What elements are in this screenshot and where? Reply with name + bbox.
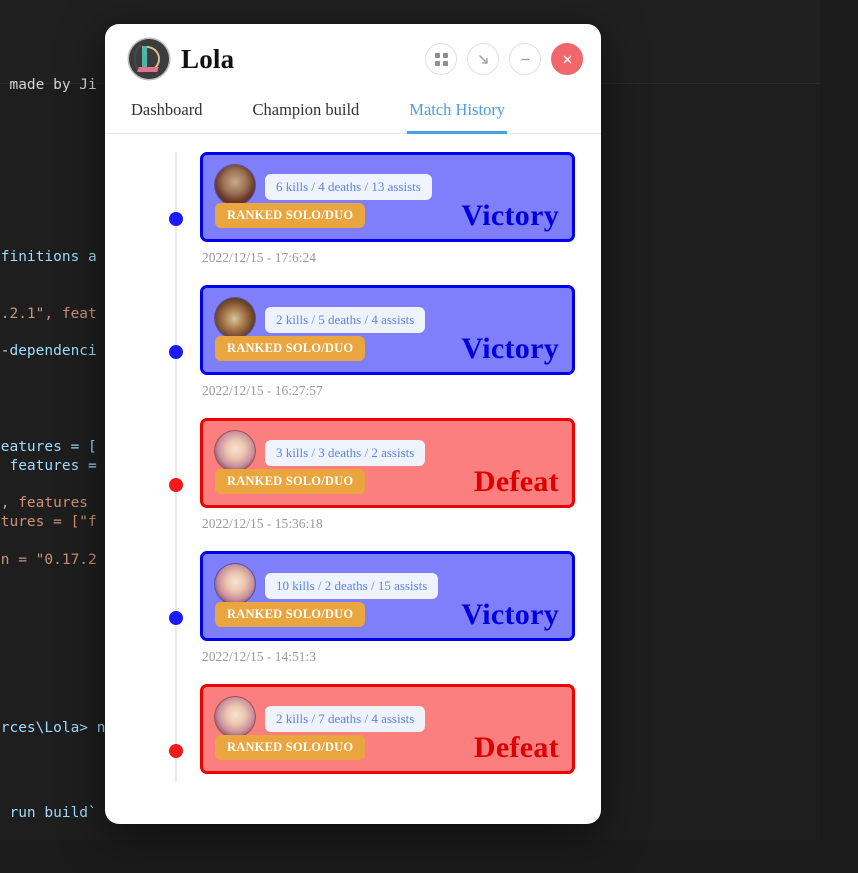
champion-avatar (215, 697, 255, 737)
background-code-line: t made by Ji (0, 77, 97, 93)
title-bar: Lola (105, 24, 601, 94)
window-controls (425, 43, 583, 75)
lola-logo-icon (129, 39, 169, 79)
champion-avatar (215, 165, 255, 205)
match-row[interactable]: 10 kills / 2 deaths / 15 assists RANKED … (105, 551, 601, 665)
arrow-down-right-icon (478, 54, 488, 64)
tab-match-history[interactable]: Match History (407, 94, 508, 134)
match-card[interactable]: 6 kills / 4 deaths / 13 assists RANKED S… (200, 152, 575, 242)
background-code-line: on = "0.17.2 (0, 552, 97, 568)
background-code-line: ", features (0, 495, 89, 511)
match-timestamp: 2022/12/15 - 15:36:18 (202, 516, 323, 531)
background-bottom-edge (0, 840, 858, 873)
queue-badge: RANKED SOLO/DUO (215, 469, 366, 494)
kda-badge: 6 kills / 4 deaths / 13 assists (265, 174, 432, 200)
minimize-button[interactable] (509, 43, 541, 75)
match-outcome: Victory (461, 332, 559, 365)
background-code-line: , features = (0, 458, 97, 474)
match-timeline: 6 kills / 4 deaths / 13 assists RANKED S… (105, 152, 601, 782)
match-outcome: Defeat (473, 731, 559, 764)
background-code-line: atures = ["f (0, 514, 97, 530)
match-timestamp: 2022/12/15 - 16:27:57 (202, 383, 323, 398)
match-card[interactable]: 10 kills / 2 deaths / 15 assists RANKED … (200, 551, 575, 641)
grid-icon (434, 52, 448, 66)
kda-badge: 2 kills / 7 deaths / 4 assists (265, 706, 426, 732)
match-card[interactable]: 2 kills / 5 deaths / 4 assists RANKED SO… (200, 285, 575, 375)
match-timestamp: 2022/12/15 - 17:6:24 (202, 250, 316, 265)
brand: Lola (129, 39, 234, 79)
background-code-line: features = [ (0, 439, 97, 455)
queue-badge: RANKED SOLO/DUO (215, 203, 366, 228)
match-row[interactable]: 2 kills / 5 deaths / 4 assists RANKED SO… (105, 285, 601, 399)
champion-avatar (215, 298, 255, 338)
timeline-dot (169, 212, 183, 226)
match-row[interactable]: 3 kills / 3 deaths / 2 assists RANKED SO… (105, 418, 601, 532)
champion-avatar (215, 431, 255, 471)
queue-badge: RANKED SOLO/DUO (215, 336, 366, 361)
minus-icon (521, 58, 529, 60)
kda-badge: 10 kills / 2 deaths / 15 assists (265, 573, 439, 599)
match-outcome: Victory (461, 199, 559, 232)
kda-badge: 3 kills / 3 deaths / 2 assists (265, 440, 426, 466)
tab-bar: Dashboard Champion build Match History (105, 94, 601, 134)
match-card[interactable]: 2 kills / 7 deaths / 4 assists RANKED SO… (200, 684, 575, 774)
lola-app-window: Lola Dashboard Champion build Match Hist… (105, 24, 601, 824)
background-code-line: 1.2.1", feat (0, 306, 97, 322)
champion-avatar (215, 564, 255, 604)
match-outcome: Victory (461, 598, 559, 631)
grid-view-button[interactable] (425, 43, 457, 75)
queue-badge: RANKED SOLO/DUO (215, 735, 366, 760)
match-row[interactable]: 2 kills / 7 deaths / 4 assists RANKED SO… (105, 684, 601, 782)
close-button[interactable] (551, 43, 583, 75)
match-timestamp: 2022/12/15 - 14:51:3 (202, 649, 316, 664)
background-prompt-line: urces\Lola> np (0, 720, 115, 736)
timeline-dot (169, 611, 183, 625)
app-title: Lola (181, 43, 235, 74)
kda-badge: 2 kills / 5 deaths / 4 assists (265, 307, 426, 333)
tab-champion-build[interactable]: Champion build (250, 94, 361, 134)
background-code-line: d-dependenci (0, 343, 97, 359)
background-code-line: n run build` (0, 805, 97, 821)
timeline-dot (169, 345, 183, 359)
timeline-dot (169, 478, 183, 492)
background-right-edge (820, 0, 858, 873)
match-card[interactable]: 3 kills / 3 deaths / 2 assists RANKED SO… (200, 418, 575, 508)
timeline-dot (169, 744, 183, 758)
match-row[interactable]: 6 kills / 4 deaths / 13 assists RANKED S… (105, 152, 601, 266)
match-outcome: Defeat (473, 465, 559, 498)
close-icon (563, 55, 571, 63)
queue-badge: RANKED SOLO/DUO (215, 602, 366, 627)
match-history-panel[interactable]: 6 kills / 4 deaths / 13 assists RANKED S… (105, 134, 601, 824)
minimize-to-tray-button[interactable] (467, 43, 499, 75)
background-code-line: efinitions a (0, 249, 97, 265)
tab-dashboard[interactable]: Dashboard (129, 94, 204, 134)
